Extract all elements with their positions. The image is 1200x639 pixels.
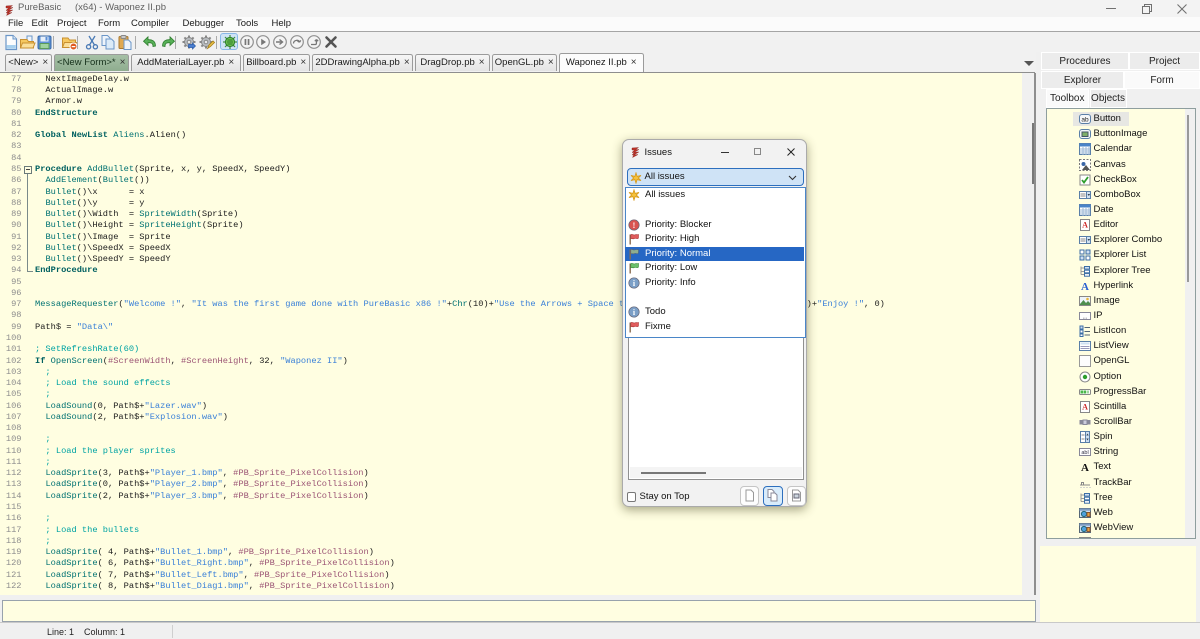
- svg-text:A: A: [1081, 462, 1089, 473]
- svg-text:!: !: [632, 220, 635, 229]
- svg-text:A: A: [1082, 402, 1088, 411]
- svg-text:...: ...: [1082, 314, 1087, 320]
- svg-text:A: A: [1082, 221, 1088, 230]
- svg-text:ab: ab: [1081, 117, 1089, 124]
- svg-text:abl: abl: [1081, 450, 1088, 456]
- svg-text:A: A: [1081, 281, 1089, 292]
